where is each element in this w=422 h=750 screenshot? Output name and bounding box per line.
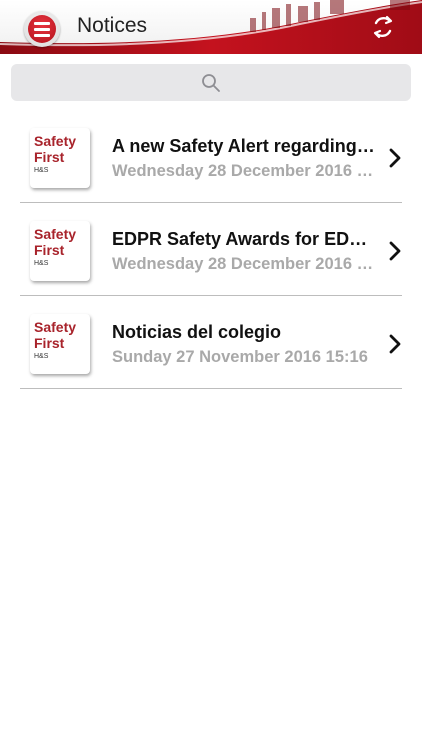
refresh-icon[interactable] <box>370 14 396 40</box>
search-icon <box>202 73 220 92</box>
notice-title: A new Safety Alert regarding the use of.… <box>112 136 377 156</box>
chevron-right-icon <box>389 241 401 261</box>
notice-title: Noticias del colegio <box>112 322 282 342</box>
safety-first-thumbnail: Safety First H&S <box>30 128 90 188</box>
notice-date: Wednesday 28 December 2016 10:00 <box>112 162 377 180</box>
safety-first-thumbnail: Safety First H&S <box>30 314 90 374</box>
safety-first-thumbnail: Safety First H&S <box>30 221 90 281</box>
list-item[interactable]: Safety First H&S EDPR Safety Awards for … <box>20 203 402 296</box>
notices-list: Safety First H&S A new Safety Alert rega… <box>20 110 402 389</box>
menu-button[interactable] <box>24 11 60 47</box>
header-swoosh-decoration <box>0 0 422 54</box>
search-bar[interactable] <box>11 64 411 101</box>
app-header: Notices <box>0 0 422 54</box>
list-item[interactable]: Safety First H&S A new Safety Alert rega… <box>20 110 402 203</box>
page-title: Notices <box>77 14 148 37</box>
chevron-right-icon <box>389 148 401 168</box>
notice-title: EDPR Safety Awards for EDPR... <box>112 229 377 249</box>
notice-date: Wednesday 28 December 2016 09:00 <box>112 255 377 273</box>
list-item[interactable]: Safety First H&S Noticias del colegio Su… <box>20 296 402 389</box>
chevron-right-icon <box>389 334 401 354</box>
notice-date: Sunday 27 November 2016 15:16 <box>112 348 368 366</box>
hamburger-menu-icon <box>28 15 56 43</box>
